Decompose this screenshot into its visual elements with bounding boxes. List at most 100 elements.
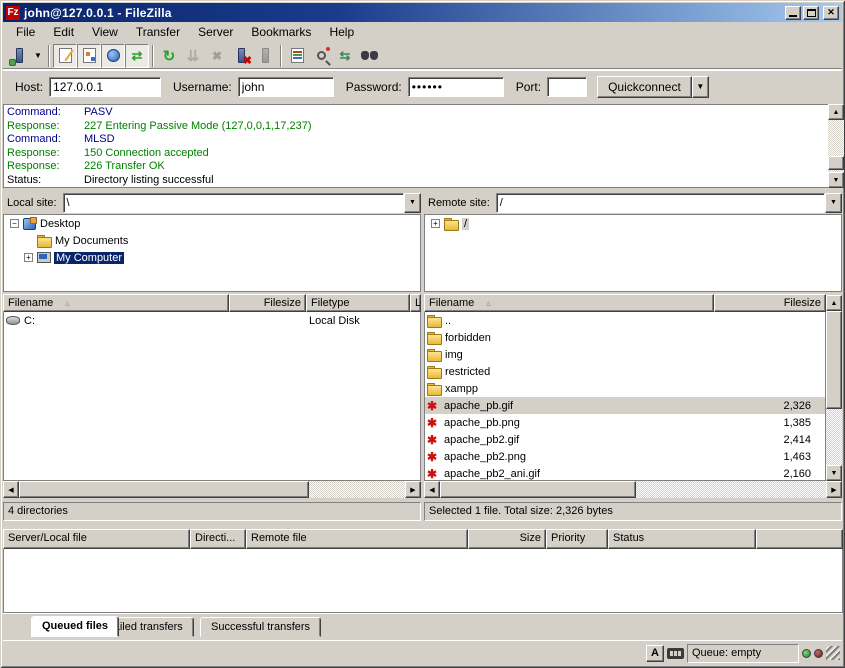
filezilla-logo-icon: Fz xyxy=(6,6,20,20)
remote-file-row[interactable]: img xyxy=(425,346,825,363)
log-scrollbar[interactable]: ▲ ▼ xyxy=(828,104,844,188)
scroll-left-button[interactable]: ◀ xyxy=(424,481,440,498)
scroll-down-button[interactable]: ▼ xyxy=(826,465,842,481)
toggle-remote-tree-button[interactable] xyxy=(101,44,125,68)
close-button[interactable]: ✕ xyxy=(823,6,839,20)
menu-file[interactable]: File xyxy=(7,23,44,41)
disconnect-button[interactable]: ✖ xyxy=(229,44,253,68)
tree-item-root[interactable]: + / xyxy=(425,215,841,232)
title-bar[interactable]: Fz john@127.0.0.1 - FileZilla ✕ xyxy=(3,3,842,22)
tab-queued-files[interactable]: Queued files xyxy=(31,616,119,637)
username-input[interactable] xyxy=(238,77,334,97)
file-name: forbidden xyxy=(445,332,491,344)
remote-file-row[interactable]: ✱ apache_pb.png 1,385 xyxy=(425,414,825,431)
scrollbar-thumb[interactable] xyxy=(19,481,309,498)
local-col-filetype[interactable]: Filetype xyxy=(306,294,410,312)
remote-col-filename[interactable]: Filename▵ xyxy=(424,294,714,312)
scrollbar-thumb[interactable] xyxy=(828,156,844,170)
menu-help[interactable]: Help xyxy=(320,23,363,41)
maximize-button[interactable] xyxy=(803,6,819,20)
remote-file-row[interactable]: restricted xyxy=(425,363,825,380)
menu-view[interactable]: View xyxy=(83,23,127,41)
queue-col-priority[interactable]: Priority xyxy=(546,529,608,549)
local-col-filename[interactable]: Filename▵ xyxy=(3,294,229,312)
local-col-lastmodified[interactable]: L xyxy=(410,294,421,312)
scrollbar-thumb[interactable] xyxy=(440,481,636,498)
scroll-down-button[interactable]: ▼ xyxy=(828,172,844,188)
queue-col-direction[interactable]: Directi... xyxy=(190,529,246,549)
remote-site-combo[interactable]: / xyxy=(496,193,825,213)
expand-icon[interactable]: + xyxy=(24,253,33,262)
menu-bookmarks[interactable]: Bookmarks xyxy=(242,23,320,41)
quickconnect-dropdown[interactable]: ▼ xyxy=(692,76,709,98)
refresh-button[interactable]: ↻ xyxy=(157,44,181,68)
remote-file-row[interactable]: .. xyxy=(425,312,825,329)
directory-comparison-button[interactable]: ⇆ xyxy=(333,44,357,68)
tree-item-desktop[interactable]: − Desktop xyxy=(4,215,420,232)
local-hscrollbar[interactable]: ◀ ▶ xyxy=(3,481,421,498)
remote-file-row[interactable]: ✱ apache_pb2_ani.gif 2,160 xyxy=(425,465,825,481)
port-input[interactable] xyxy=(547,77,587,97)
local-file-row[interactable]: C: Local Disk xyxy=(4,312,420,329)
queue-col-remotefile[interactable]: Remote file xyxy=(246,529,468,549)
remote-file-row[interactable]: xampp xyxy=(425,380,825,397)
quickconnect-button[interactable]: Quickconnect xyxy=(597,76,692,98)
transfer-type-indicator[interactable]: A xyxy=(646,645,664,662)
password-input[interactable] xyxy=(408,77,504,97)
filter-button[interactable] xyxy=(285,44,309,68)
remote-site-combo-dropdown[interactable]: ▼ xyxy=(825,193,842,213)
file-name: C: xyxy=(24,315,232,327)
queue-col-status[interactable]: Status xyxy=(608,529,756,549)
toggle-queue-button[interactable]: ⇄ xyxy=(125,44,149,68)
local-col-filesize[interactable]: Filesize xyxy=(229,294,306,312)
scroll-left-button[interactable]: ◀ xyxy=(3,481,19,498)
scroll-right-button[interactable]: ▶ xyxy=(826,481,842,498)
indicator-badge-icon[interactable] xyxy=(667,648,684,659)
remote-file-row[interactable]: ✱ apache_pb2.png 1,463 xyxy=(425,448,825,465)
remote-file-row[interactable]: ✱ apache_pb2.gif 2,414 xyxy=(425,431,825,448)
scroll-up-button[interactable]: ▲ xyxy=(826,295,842,311)
resize-grip[interactable] xyxy=(826,646,840,660)
menu-edit[interactable]: Edit xyxy=(44,23,83,41)
collapse-icon[interactable]: − xyxy=(10,219,19,228)
local-file-list[interactable]: C: Local Disk xyxy=(3,312,421,481)
queue-col-serverlocal[interactable]: Server/Local file xyxy=(3,529,190,549)
site-manager-dropdown[interactable]: ▼ xyxy=(31,44,45,68)
scroll-up-button[interactable]: ▲ xyxy=(828,104,844,120)
remote-vscrollbar[interactable]: ▲ ▼ xyxy=(826,295,842,481)
tab-successful-transfers[interactable]: Successful transfers xyxy=(200,617,321,637)
synchronized-browsing-button[interactable] xyxy=(357,44,381,68)
filter-icon xyxy=(291,48,304,63)
queue-col-blank[interactable] xyxy=(756,529,843,549)
site-manager-button[interactable] xyxy=(7,44,31,68)
menu-server[interactable]: Server xyxy=(189,23,242,41)
tree-item-my-computer[interactable]: + My Computer xyxy=(4,249,420,266)
scroll-right-button[interactable]: ▶ xyxy=(405,481,421,498)
tree-item-my-documents[interactable]: My Documents xyxy=(4,232,420,249)
reconnect-button[interactable] xyxy=(253,44,277,68)
remote-file-row-selected[interactable]: ✱ apache_pb.gif 2,326 xyxy=(425,397,825,414)
process-queue-button[interactable]: ⇊ xyxy=(181,44,205,68)
message-log[interactable]: Command:PASV Response:227 Entering Passi… xyxy=(3,104,829,188)
remote-file-list[interactable]: .. forbidden img restricted xampp ✱ apac… xyxy=(424,312,826,481)
toggle-local-tree-button[interactable] xyxy=(77,44,101,68)
local-site-combo-dropdown[interactable]: ▼ xyxy=(404,193,421,213)
remote-col-filesize[interactable]: Filesize xyxy=(714,294,826,312)
expand-icon[interactable]: + xyxy=(431,219,440,228)
remote-hscrollbar[interactable]: ◀ ▶ xyxy=(424,481,842,498)
local-tree[interactable]: − Desktop My Documents + My Computer xyxy=(3,214,421,292)
queue-col-size[interactable]: Size xyxy=(468,529,546,549)
local-site-combo[interactable]: \ xyxy=(63,193,404,213)
remote-file-row[interactable]: forbidden xyxy=(425,329,825,346)
queue-list[interactable] xyxy=(3,549,843,613)
scrollbar-thumb[interactable] xyxy=(826,311,842,409)
minimize-button[interactable] xyxy=(785,6,801,20)
cancel-operation-button[interactable]: ✖ xyxy=(205,44,229,68)
toggle-message-log-button[interactable] xyxy=(53,44,77,68)
remote-tree[interactable]: + / xyxy=(424,214,842,292)
menu-transfer[interactable]: Transfer xyxy=(127,23,189,41)
file-search-button[interactable] xyxy=(309,44,333,68)
toolbar-separator xyxy=(48,45,50,67)
host-input[interactable] xyxy=(49,77,161,97)
folder-icon xyxy=(427,383,441,394)
